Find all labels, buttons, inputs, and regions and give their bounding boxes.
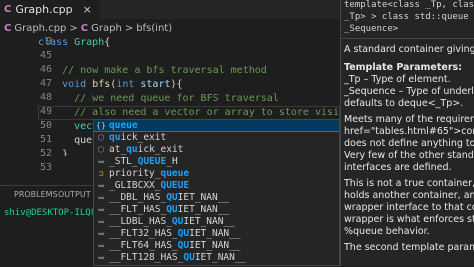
autocomplete-suggestions[interactable]: {} queue ⬡ quick_exit ⬡ at_quick_exit ▭ _STL_QU… — [93, 119, 340, 266]
doc-line: href="tables.html#65">container</a — [344, 126, 474, 137]
suggestion-item[interactable]: ⊐ priority_queue — [94, 168, 339, 179]
suggestion-label: __FLT_HAS_QUIET_NAN__ — [109, 204, 230, 215]
tab-output[interactable]: OUTPUT — [58, 190, 91, 199]
suggestion-label: __LDBL_HAS_QUIET_NAN__ — [109, 216, 235, 227]
symbol-kind-icon: ⬡ — [97, 133, 105, 142]
symbol-kind-icon: ⊐ — [98, 169, 104, 178]
terminal-prompt: shiv@DESKTOP-ILQ8P — [4, 208, 102, 218]
doc-line: holds another container, and provid — [344, 190, 474, 201]
code-line: void bfs(int start){ — [62, 79, 183, 90]
doc-line: interfaces are defined. — [344, 162, 452, 173]
symbol-kind-icon: {} — [96, 121, 106, 130]
symbol-kind-icon: ▭ — [98, 181, 104, 190]
symbol-kind-icon: ▭ — [98, 157, 104, 166]
suggestion-item[interactable]: ▭ __DBL_HAS_QUIET_NAN__ — [94, 192, 339, 203]
suggestion-item[interactable]: ▭ _STL_QUEUE_H — [94, 156, 339, 167]
signature-line: template<class _Tp, class _ — [344, 0, 474, 10]
param-line: defaults to deque<_Tp>. — [344, 98, 464, 109]
param-line: _Tp – Type of element. — [344, 74, 451, 85]
suggestion-item[interactable]: ⬡ at_quick_exit — [94, 144, 339, 155]
hover-documentation: template<class _Tp, class _ _Tp> > class … — [340, 0, 474, 266]
breadcrumb: C Graph.cpp > C Graph > bfs(int) — [0, 21, 344, 35]
suggestion-label: __FLT64_HAS_QUIET_NAN__ — [109, 240, 241, 251]
tab-problems[interactable]: PROBLEMS — [14, 190, 58, 199]
doc-line: Meets many of the requirements of a — [344, 114, 474, 125]
breadcrumb-item[interactable]: bfs(int) — [136, 23, 172, 34]
doc-summary: A standard container giving FIFO beh — [344, 44, 474, 55]
suggestion-item[interactable]: ▭ _GLIBCXX_QUEUE — [94, 180, 339, 191]
breadcrumb-item[interactable]: Graph.cpp — [14, 23, 66, 34]
suggestion-label: priority_queue — [109, 168, 190, 179]
params-title: Template Parameters: — [344, 62, 462, 73]
suggestion-item[interactable]: ▭ __LDBL_HAS_QUIET_NAN__ — [94, 216, 339, 227]
tab-label: Graph.cpp — [15, 3, 73, 16]
doc-line: The second template parameter defin — [344, 242, 474, 253]
code-line: // also need a vector or array to store … — [74, 107, 340, 118]
symbol-kind-icon: ▭ — [98, 241, 104, 250]
code-line: // now make a bfs traversal method — [38, 65, 267, 76]
symbol-kind-icon: ⬡ — [97, 145, 105, 154]
param-line: _Sequence – Type of underlying se — [344, 86, 474, 97]
suggestion-item[interactable]: ▭ __FLT32_HAS_QUIET_NAN__ — [94, 228, 339, 239]
editor-tab-bar: C Graph.cpp × — [0, 0, 340, 19]
doc-line: Very few of the other standard contai — [344, 150, 474, 161]
suggestion-label: _STL_QUEUE_H — [109, 156, 178, 167]
symbol-kind-icon: ▭ — [98, 217, 104, 226]
suggestion-label: at_quick_exit — [109, 144, 184, 155]
doc-line: wrapper is what enforces strict first-i — [344, 214, 474, 225]
code-line: class Graph{ — [38, 37, 111, 48]
doc-line: does not define anything to do with — [344, 138, 474, 149]
breadcrumb-item[interactable]: Graph — [91, 23, 122, 34]
suggestion-item[interactable]: ▭ __FLT64_HAS_QUIET_NAN__ — [94, 240, 339, 251]
suggestion-item[interactable]: ▭ __FLT128_HAS_QUIET_NAN__ — [94, 252, 339, 263]
suggestion-label: __FLT32_HAS_QUIET_NAN__ — [109, 228, 241, 239]
cpp-icon: C — [4, 22, 12, 34]
symbol-kind-icon: ▭ — [98, 229, 104, 238]
chevron-right-icon: > — [124, 22, 134, 34]
signature-line: _Tp> > class std::queue — [344, 12, 469, 22]
signature-line: _Sequence> — [344, 24, 399, 34]
suggestion-item[interactable]: ⬡ quick_exit — [94, 132, 339, 143]
close-icon[interactable]: × — [83, 3, 92, 16]
suggestion-label: quick_exit — [109, 132, 167, 143]
doc-line: %queue behavior. — [344, 226, 430, 237]
code-line: } — [38, 149, 69, 156]
bottom-panel: PROBLEMS OUTPUT shiv@DESKTOP-ILQ8P — [0, 185, 102, 267]
symbol-kind-icon: ▭ — [98, 193, 104, 202]
doc-line: wrapper interface to that container. T — [344, 202, 474, 213]
suggestion-label: __DBL_HAS_QUIET_NAN__ — [109, 192, 230, 203]
code-line: que — [38, 135, 93, 146]
suggestion-label: _GLIBCXX_QUEUE — [109, 180, 190, 191]
symbol-kind-icon: ▭ — [98, 205, 104, 214]
cpp-file-icon: C — [4, 4, 12, 15]
tab-graph-cpp[interactable]: C Graph.cpp × — [0, 0, 100, 19]
symbol-kind-icon: ▭ — [98, 253, 104, 262]
suggestion-item[interactable]: ▭ __FLT_HAS_QUIET_NAN__ — [94, 204, 339, 215]
divider — [341, 38, 474, 39]
doc-line: This is not a true container, but an a — [344, 178, 474, 189]
cpp-icon: C — [80, 22, 89, 34]
suggestion-label: __FLT128_HAS_QUIET_NAN__ — [109, 252, 247, 263]
suggestion-item[interactable]: {} queue — [94, 120, 339, 132]
line-number: 53 — [39, 162, 52, 173]
chevron-right-icon: > — [69, 22, 78, 34]
code-line: // we need queue for BFS traversal — [38, 93, 279, 104]
suggestion-label: queue — [109, 120, 138, 131]
